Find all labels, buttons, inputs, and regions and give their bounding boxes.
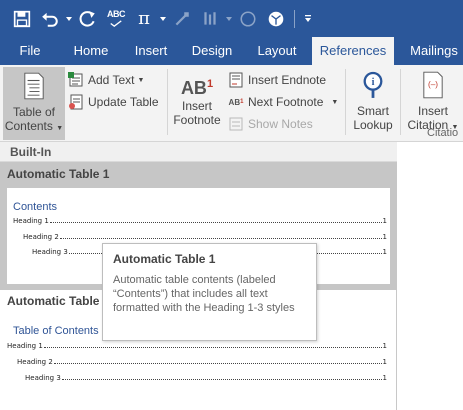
- toc-label-line2: Contents ▼: [4, 119, 64, 133]
- equation-icon[interactable]: π: [130, 6, 158, 32]
- document-area: [397, 142, 463, 410]
- toc-label-line1: Table of: [12, 105, 56, 119]
- svg-text:(–): (–): [428, 80, 438, 89]
- update-table-button[interactable]: Update Table: [68, 92, 159, 112]
- circle-icon: [234, 6, 262, 32]
- insert-footnote-line2: Footnote: [173, 113, 221, 127]
- smart-lookup-line1: Smart: [356, 104, 389, 118]
- chevron-down-icon[interactable]: ▼: [331, 99, 338, 106]
- preview-entry: Heading 31: [25, 374, 387, 382]
- table-of-contents-icon: [24, 72, 44, 100]
- gallery-item-title: Automatic Table 1: [7, 167, 110, 181]
- save-icon[interactable]: [8, 6, 36, 32]
- tab-insert[interactable]: Insert: [128, 37, 174, 65]
- show-notes-button: Show Notes: [228, 114, 313, 134]
- preview-entry: Heading 21: [17, 358, 387, 366]
- group-divider: [345, 69, 346, 135]
- format-painter-icon: [168, 6, 196, 32]
- show-notes-icon: [228, 116, 244, 132]
- tab-layout[interactable]: Layout: [252, 37, 302, 65]
- redo-icon[interactable]: [74, 6, 102, 32]
- customize-toolbar-icon[interactable]: [301, 6, 315, 32]
- smart-lookup-button[interactable]: i Smart Lookup: [348, 67, 398, 140]
- group-divider: [167, 69, 168, 135]
- preview-entry: Heading 21: [23, 233, 387, 241]
- ball-icon[interactable]: [262, 6, 290, 32]
- quick-access-toolbar: ABC π: [0, 0, 463, 37]
- spelling-icon[interactable]: ABC: [102, 6, 130, 32]
- equation-dropdown-icon[interactable]: [158, 6, 168, 32]
- insert-citation-button[interactable]: (–) Insert Citation ▼: [403, 67, 463, 132]
- preview-heading: Contents: [13, 201, 58, 213]
- chevron-down-icon: ▼: [56, 125, 64, 132]
- svg-text:i: i: [372, 77, 375, 88]
- tooltip-title: Automatic Table 1: [113, 252, 216, 266]
- next-footnote-button[interactable]: AB 1 Next Footnote ▼: [228, 92, 339, 112]
- insert-footnote-button[interactable]: AB1 Insert Footnote: [170, 67, 224, 140]
- insert-footnote-line1: Insert: [181, 99, 212, 113]
- preview-entry: Heading 11: [7, 342, 387, 350]
- update-table-label: Update Table: [88, 95, 159, 109]
- footnote-icon: AB1: [180, 78, 214, 98]
- citation-icon: (–): [423, 71, 443, 99]
- insert-endnote-button[interactable]: Insert Endnote: [228, 70, 326, 90]
- shape-dropdown-icon: [224, 6, 234, 32]
- tab-references[interactable]: References: [312, 37, 394, 65]
- preview-heading: Table of Contents: [13, 325, 99, 337]
- group-divider: [400, 69, 401, 135]
- table-of-contents-button[interactable]: Table of Contents ▼: [3, 67, 65, 140]
- undo-dropdown-icon[interactable]: [64, 6, 74, 32]
- undo-icon[interactable]: [36, 6, 64, 32]
- show-notes-label: Show Notes: [248, 117, 313, 131]
- insert-citation-line1: Insert: [417, 104, 448, 118]
- gallery-section-header: Built-In: [0, 142, 397, 162]
- chevron-down-icon: ▼: [137, 76, 145, 84]
- toolbar-divider: [294, 9, 295, 28]
- ribbon: Table of Contents ▼ Add Text ▼ Update Ta…: [0, 65, 463, 142]
- tab-mailings[interactable]: Mailings: [404, 37, 463, 65]
- tooltip: Automatic Table 1 Automatic table conten…: [102, 243, 317, 341]
- add-text-button[interactable]: Add Text ▼: [68, 70, 144, 90]
- search-icon: i: [363, 71, 383, 98]
- add-text-label: Add Text: [88, 73, 135, 87]
- ribbon-tabs: File Home Insert Design Layout Reference…: [0, 37, 463, 65]
- add-text-icon: [68, 72, 84, 88]
- endnote-icon: [228, 72, 244, 88]
- next-footnote-icon: AB 1: [228, 97, 244, 107]
- citations-group-label: Citatio: [427, 127, 459, 139]
- preview-entry: Heading 11: [13, 217, 387, 225]
- smart-lookup-line2: Lookup: [353, 118, 393, 132]
- brush-icon: [196, 6, 224, 32]
- tab-design[interactable]: Design: [186, 37, 238, 65]
- tooltip-description: Automatic table contents (labeled “Conte…: [113, 274, 295, 314]
- next-footnote-label: Next Footnote: [248, 95, 324, 109]
- update-table-icon: [68, 94, 84, 110]
- tab-file[interactable]: File: [10, 37, 50, 65]
- tab-home[interactable]: Home: [68, 37, 114, 65]
- gallery-item-title: Automatic Table: [7, 294, 100, 308]
- insert-endnote-label: Insert Endnote: [248, 73, 327, 87]
